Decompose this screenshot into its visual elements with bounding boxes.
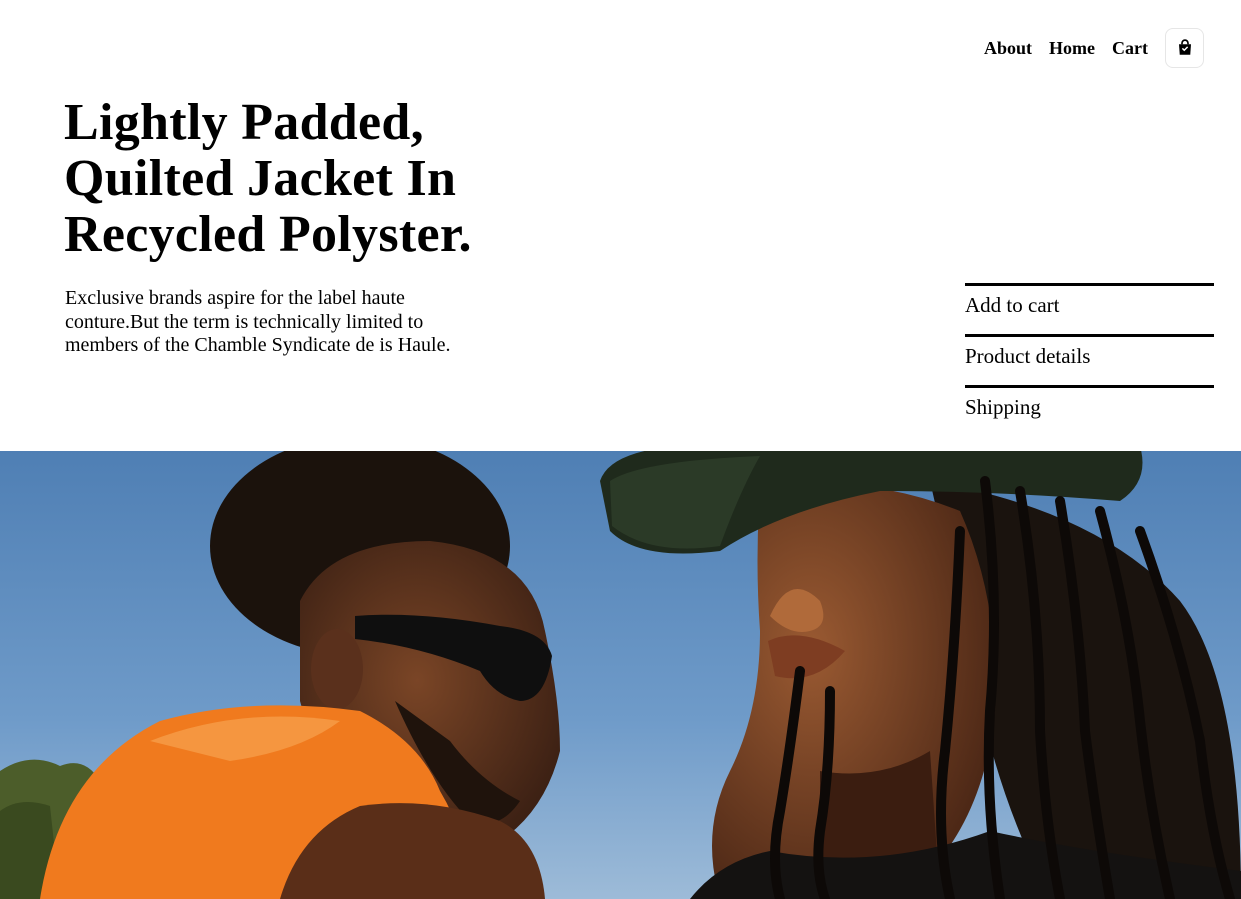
- top-nav: About Home Cart: [984, 28, 1204, 68]
- nav-home-link[interactable]: Home: [1049, 28, 1095, 68]
- product-title-line: Recycled Polyster.: [64, 206, 472, 263]
- description-line: members of the Chamble Syndicate de is H…: [65, 334, 451, 356]
- shopping-bag-button[interactable]: [1165, 28, 1204, 68]
- product-title: Lightly Padded, Quilted Jacket In Recycl…: [64, 95, 584, 263]
- product-actions: Add to cart Product details Shipping: [965, 283, 1214, 436]
- product-title-line: Lightly Padded,: [64, 94, 424, 151]
- nav-cart-link[interactable]: Cart: [1112, 28, 1148, 68]
- hero-photo-illustration: [0, 451, 1241, 899]
- shopping-bag-icon: [1178, 39, 1191, 55]
- add-to-cart-button[interactable]: Add to cart: [965, 283, 1214, 334]
- nav-about-link[interactable]: About: [984, 28, 1032, 68]
- product-title-line: Quilted Jacket In: [64, 150, 457, 207]
- product-details-button[interactable]: Product details: [965, 334, 1214, 385]
- shipping-button[interactable]: Shipping: [965, 385, 1214, 436]
- description-line: conture.But the term is technically limi…: [65, 310, 424, 333]
- product-description: Exclusive brands aspire for the label ha…: [65, 287, 505, 358]
- description-line: Exclusive brands aspire for the label ha…: [65, 287, 405, 309]
- hero-photo: [0, 451, 1241, 899]
